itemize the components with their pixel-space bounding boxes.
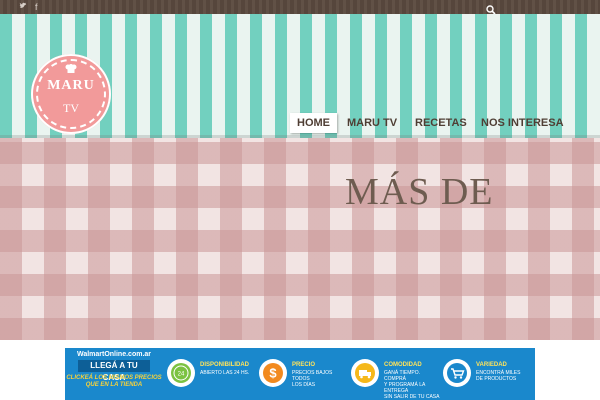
banner-feature-variedad: VARIEDAD ENCONTRÁ MILES DE PRODUCTOS [443, 348, 535, 400]
search-icon[interactable] [486, 2, 496, 15]
facebook-icon[interactable]: f [35, 2, 38, 12]
banner-llega: LLEGÁ A TU CASA [78, 360, 150, 382]
feature-title: PRECIO [292, 362, 316, 368]
feature-title: COMODIDAD [384, 362, 422, 368]
feature-desc: ABIERTO LAS 24 HS. [200, 370, 250, 376]
site-header: MARU TV HOME MARU TV RECETAS NOS INTERES… [0, 14, 600, 138]
banner-brand: WalmartOnline.com.ar [76, 351, 152, 358]
feature-desc: ENCONTRÁ MILES DE PRODUCTOS [476, 370, 521, 382]
clock-24-icon: 24 [167, 359, 195, 387]
svg-text:$: $ [269, 366, 277, 381]
banner-click: CLICKEÁ LOS MISMOS PRECIOS QUE EN LA TIE… [66, 375, 162, 388]
nav-item-recetas[interactable]: RECETAS [415, 113, 467, 133]
banner-feature-disponibilidad: 24 DISPONIBILIDAD ABIERTO LAS 24 HS. [167, 348, 259, 400]
chef-hat-icon [65, 64, 77, 73]
hero-headline: MÁS DE [345, 171, 494, 213]
banner-feature-comodidad: COMODIDAD GANÁ TIEMPO. COMPRÁ Y PROGRAMÁ… [351, 348, 443, 400]
banner-feature-precio: $ PRECIO PRECIOS BAJOS TODOS LOS DÍAS [259, 348, 351, 400]
cart-icon [443, 359, 471, 387]
truck-icon [351, 359, 379, 387]
logo-tv: TV [63, 101, 79, 115]
feature-title: DISPONIBILIDAD [200, 362, 250, 368]
top-bar: f [0, 0, 600, 15]
dollar-icon: $ [259, 359, 287, 387]
twitter-icon[interactable] [19, 2, 27, 12]
feature-desc: GANÁ TIEMPO. COMPRÁ Y PROGRAMÁ LA ENTREG… [384, 370, 440, 400]
hero-slider: MÁS DE [0, 138, 600, 340]
nav-item-maru-tv[interactable]: MARU TV [347, 113, 397, 133]
walmart-ad-banner[interactable]: WalmartOnline.com.ar LLEGÁ A TU CASA CLI… [65, 348, 535, 400]
logo-name: MARU [47, 78, 95, 93]
gingham-vertical-bands [0, 138, 600, 340]
nav-item-home[interactable]: HOME [290, 113, 337, 133]
feature-desc: PRECIOS BAJOS TODOS LOS DÍAS [292, 370, 333, 388]
feature-title: VARIEDAD [476, 362, 507, 368]
nav-item-nos-interesa[interactable]: NOS INTERESA [481, 113, 564, 133]
svg-text:24: 24 [178, 372, 185, 378]
site-logo[interactable]: MARU TV [31, 54, 111, 134]
banner-brand-block: WalmartOnline.com.ar LLEGÁ A TU CASA CLI… [65, 348, 163, 400]
